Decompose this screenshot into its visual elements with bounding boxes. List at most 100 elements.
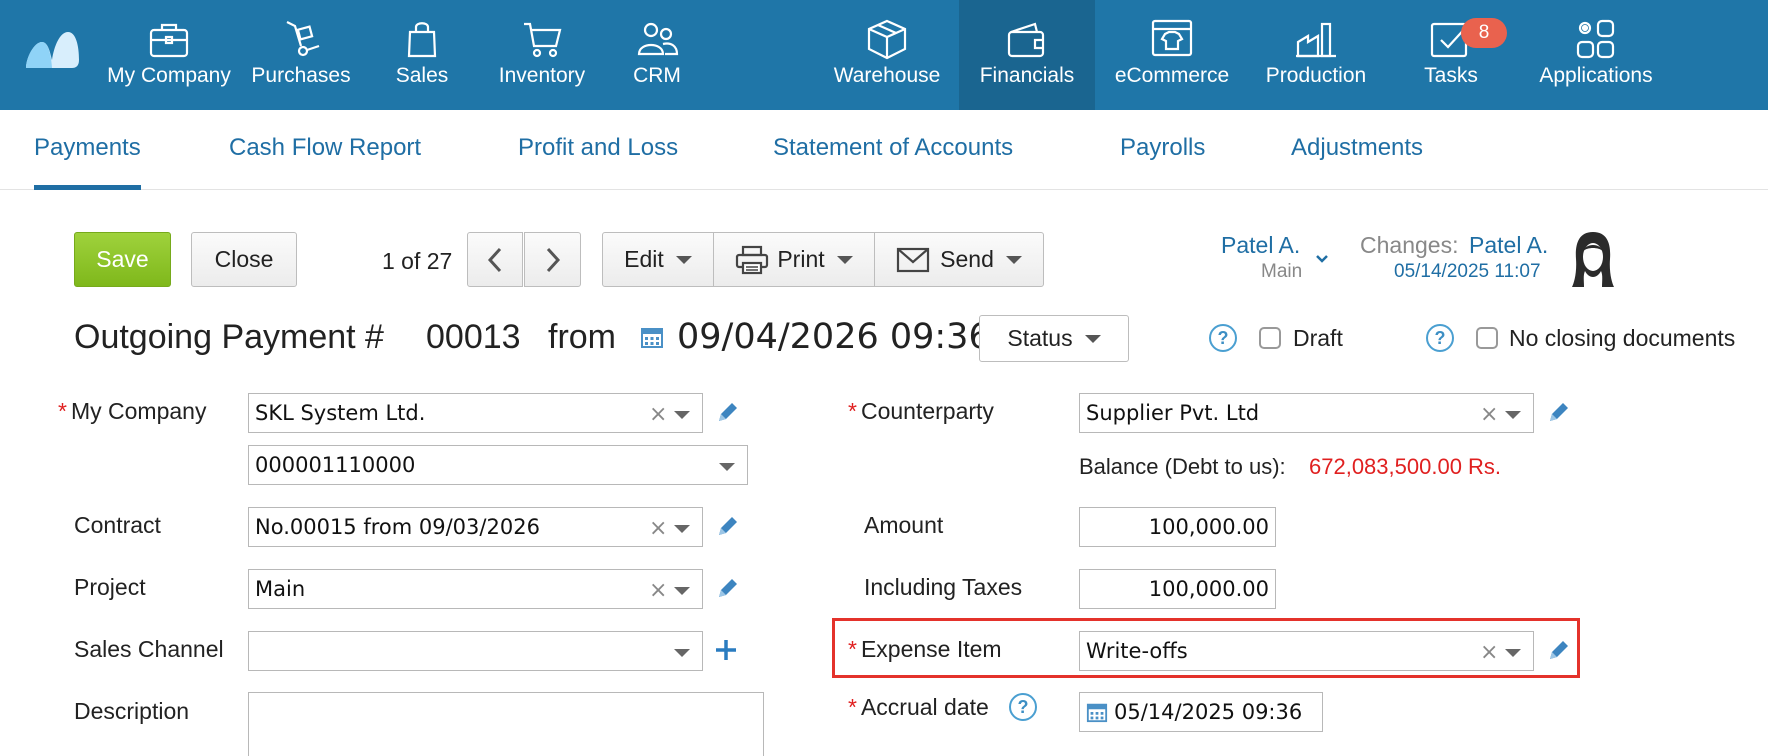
- field-value: Supplier Pvt. Ltd: [1086, 401, 1260, 425]
- edit-label: Edit: [624, 246, 664, 272]
- nav-applications[interactable]: Applications: [1534, 0, 1658, 110]
- draft-checkbox[interactable]: [1259, 327, 1281, 349]
- hand-truck-icon: [286, 21, 320, 57]
- wallet-icon: [1007, 22, 1045, 58]
- clear-icon[interactable]: ×: [649, 402, 667, 427]
- calendar-icon[interactable]: [640, 325, 664, 349]
- clear-icon[interactable]: ×: [1480, 402, 1498, 427]
- people-icon: [637, 22, 679, 56]
- changes-date: 05/14/2025 11:07: [1394, 261, 1541, 282]
- chevron-down-icon[interactable]: [719, 463, 735, 471]
- no-closing-documents-checkbox[interactable]: [1476, 327, 1498, 349]
- next-button[interactable]: [524, 232, 581, 287]
- counterparty-label: * Counterparty: [848, 398, 994, 425]
- chevron-down-icon[interactable]: [1505, 411, 1521, 419]
- nav-label: Tasks: [1424, 64, 1478, 87]
- accrual-date-label: * Accrual date: [848, 694, 989, 721]
- avatar[interactable]: [1570, 229, 1616, 291]
- including-taxes-field[interactable]: 100,000.00: [1079, 569, 1276, 609]
- chevron-down-icon[interactable]: [1505, 649, 1521, 657]
- add-icon[interactable]: [714, 638, 738, 662]
- nav-crm[interactable]: CRM: [627, 0, 687, 110]
- document-datetime[interactable]: 09/04/2026 09:36: [677, 317, 991, 357]
- chevron-down-icon[interactable]: [674, 411, 690, 419]
- nav-purchases[interactable]: Purchases: [250, 0, 352, 110]
- project-label: Project: [74, 574, 146, 600]
- nav-production[interactable]: Production: [1262, 0, 1370, 110]
- calendar-icon[interactable]: [1086, 701, 1108, 723]
- help-icon[interactable]: ?: [1426, 324, 1454, 352]
- edit-pencil-icon[interactable]: [1546, 639, 1570, 663]
- chevron-down-icon[interactable]: [674, 525, 690, 533]
- nav-my-company[interactable]: My Company: [107, 0, 231, 110]
- assigned-user-name[interactable]: Patel A.: [1221, 232, 1300, 259]
- field-value: Main: [255, 577, 306, 601]
- field-value: 100,000.00: [1148, 577, 1269, 601]
- tab-statement-of-accounts[interactable]: Statement of Accounts: [773, 110, 1013, 190]
- nav-financials[interactable]: Financials: [959, 0, 1095, 110]
- chevron-down-icon[interactable]: [1315, 254, 1329, 264]
- edit-pencil-icon[interactable]: [715, 515, 739, 539]
- help-icon[interactable]: ?: [1009, 693, 1037, 721]
- nav-sales[interactable]: Sales: [390, 0, 454, 110]
- clear-icon[interactable]: ×: [649, 516, 667, 541]
- previous-button[interactable]: [467, 232, 523, 287]
- nav-label: My Company: [107, 64, 231, 87]
- close-button[interactable]: Close: [191, 232, 297, 287]
- tab-profit-and-loss[interactable]: Profit and Loss: [518, 110, 678, 190]
- chevron-down-icon[interactable]: [674, 649, 690, 657]
- draft-label: Draft: [1293, 325, 1343, 351]
- send-dropdown-button[interactable]: Send: [874, 232, 1044, 287]
- required-marker: *: [58, 398, 67, 424]
- factory-icon: [1296, 22, 1336, 58]
- required-marker: *: [848, 636, 857, 662]
- counterparty-field[interactable]: Supplier Pvt. Ltd ×: [1079, 393, 1534, 433]
- label-text: Expense Item: [860, 636, 1002, 662]
- document-number[interactable]: 00013: [426, 318, 521, 357]
- clear-icon[interactable]: ×: [1480, 640, 1498, 665]
- cart-icon: [524, 22, 562, 58]
- project-field[interactable]: Main ×: [248, 569, 703, 609]
- company-account-field[interactable]: 000001110000: [248, 445, 748, 485]
- shopping-bag-icon: [407, 22, 437, 58]
- chevron-down-icon[interactable]: [674, 587, 690, 595]
- changes-label: Changes:: [1360, 232, 1459, 258]
- field-value: 100,000.00: [1148, 515, 1269, 539]
- my-company-field[interactable]: SKL System Ltd. ×: [248, 393, 703, 433]
- tab-cash-flow-report[interactable]: Cash Flow Report: [229, 110, 421, 190]
- description-textarea[interactable]: [248, 692, 764, 756]
- print-dropdown-button[interactable]: Print: [713, 232, 875, 287]
- changes-user[interactable]: Patel A.: [1469, 232, 1548, 259]
- nav-warehouse[interactable]: Warehouse: [830, 0, 944, 110]
- help-icon[interactable]: ?: [1209, 324, 1237, 352]
- edit-pencil-icon[interactable]: [1546, 401, 1570, 425]
- contract-label: Contract: [74, 512, 161, 538]
- tab-payrolls[interactable]: Payrolls: [1120, 110, 1205, 190]
- save-button[interactable]: Save: [74, 232, 171, 287]
- status-dropdown[interactable]: Status: [979, 315, 1129, 362]
- document-from-label: from: [548, 318, 616, 356]
- edit-dropdown-button[interactable]: Edit: [602, 232, 714, 287]
- edit-pencil-icon[interactable]: [715, 577, 739, 601]
- nav-label: Production: [1265, 64, 1367, 87]
- edit-pencil-icon[interactable]: [715, 401, 739, 425]
- required-marker: *: [848, 398, 857, 424]
- sales-channel-field[interactable]: [248, 631, 703, 671]
- balance-value: 672,083,500.00 Rs.: [1309, 454, 1502, 479]
- amount-field[interactable]: 100,000.00: [1079, 507, 1276, 547]
- nav-label: CRM: [633, 64, 681, 87]
- tab-adjustments[interactable]: Adjustments: [1291, 110, 1423, 190]
- expense-item-field[interactable]: Write-offs ×: [1079, 631, 1534, 671]
- required-marker: *: [848, 694, 857, 720]
- contract-field[interactable]: No.00015 from 09/03/2026 ×: [248, 507, 703, 547]
- nav-tasks[interactable]: Tasks 8: [1417, 0, 1507, 110]
- nav-ecommerce[interactable]: eCommerce: [1110, 0, 1234, 110]
- label-text: Accrual date: [860, 694, 989, 720]
- nav-label: Purchases: [251, 64, 351, 87]
- clear-icon[interactable]: ×: [649, 578, 667, 603]
- accrual-date-field[interactable]: 05/14/2025 09:36: [1079, 692, 1323, 732]
- nav-label: Sales: [395, 64, 449, 87]
- nav-inventory[interactable]: Inventory: [495, 0, 589, 110]
- tab-payments[interactable]: Payments: [34, 110, 141, 190]
- app-logo[interactable]: [24, 30, 80, 72]
